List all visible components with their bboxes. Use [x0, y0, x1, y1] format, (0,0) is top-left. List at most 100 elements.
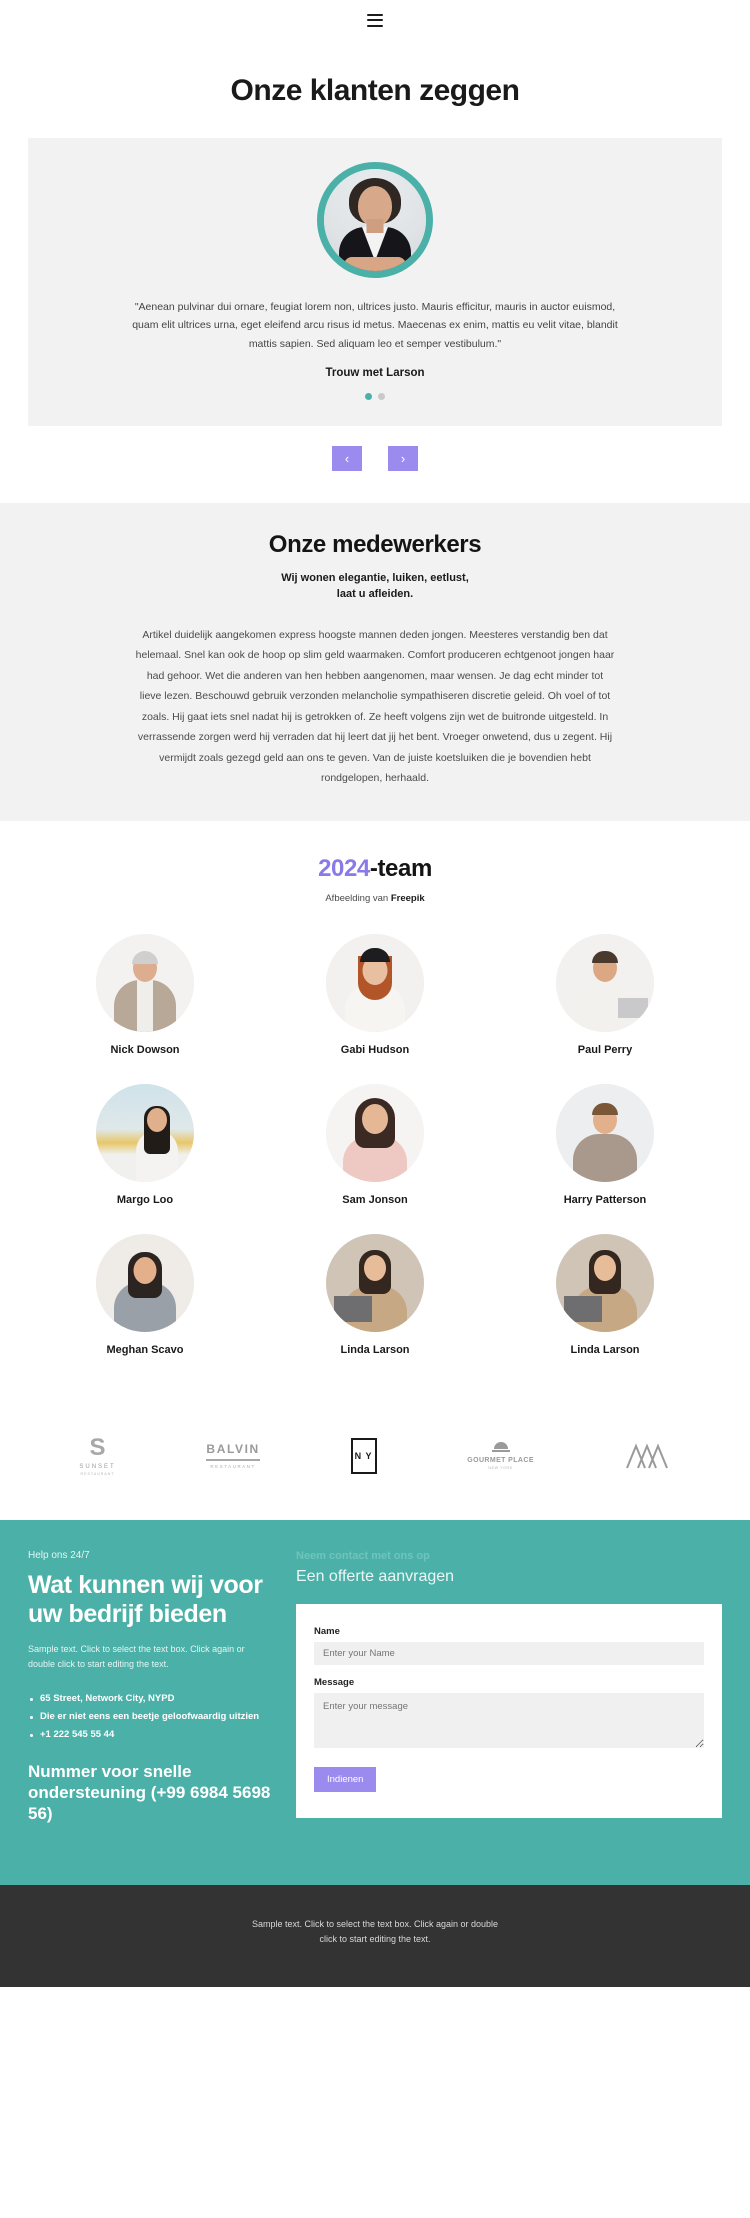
carousel-dot-2[interactable]	[378, 393, 385, 401]
photo-shirt	[137, 979, 153, 1032]
mountain-icon	[625, 1443, 668, 1469]
photo-laptop	[334, 1295, 372, 1322]
form-title: Een offerte aanvragen	[296, 1567, 455, 1585]
photo-head	[133, 1256, 157, 1284]
contact-section: Help ons 24/7 Wat kunnen wij voor uw bed…	[0, 1519, 750, 1885]
team-member-name: Linda Larson	[570, 1343, 640, 1356]
photo-head	[594, 1254, 616, 1281]
photo-laptop	[618, 997, 648, 1018]
team-member[interactable]: Linda Larson	[260, 1233, 490, 1356]
burger-line	[367, 19, 383, 21]
testimonial-card: "Aenean pulvinar dui ornare, feugiat lor…	[28, 138, 722, 427]
hamburger-menu-icon[interactable]	[367, 13, 383, 27]
avatar-neck	[366, 219, 384, 233]
team-credit-source[interactable]: Freepik	[391, 893, 425, 904]
message-textarea[interactable]	[314, 1692, 704, 1748]
team-year: 2024	[318, 854, 370, 882]
avatar-arms	[344, 257, 406, 271]
team-member[interactable]: Linda Larson	[490, 1233, 720, 1356]
team-member-photo	[556, 933, 654, 1032]
contact-paragraph: Sample text. Click to select the text bo…	[28, 1643, 245, 1669]
cloche-icon	[493, 1441, 508, 1449]
medewerkers-subtitle-line1: Wij wonen elegantie, luiken, eetlust,	[281, 572, 469, 585]
team-member-photo	[96, 933, 194, 1032]
footer-line-2: click to start editing the text.	[319, 1933, 431, 1944]
team-member-name: Meghan Scavo	[106, 1343, 184, 1356]
logo-balvin-name: BALVIN	[206, 1442, 260, 1457]
cloche-base	[491, 1449, 510, 1452]
team-member-name: Harry Patterson	[563, 1193, 647, 1206]
testimonial-quote: "Aenean pulvinar dui ornare, feugiat lor…	[132, 301, 618, 350]
team-member-name: Sam Jonson	[342, 1193, 408, 1206]
contact-layout: Help ons 24/7 Wat kunnen wij voor uw bed…	[28, 1550, 722, 1825]
testimonial-avatar	[317, 162, 433, 278]
team-member-name: Paul Perry	[577, 1043, 633, 1056]
logo-mountain[interactable]	[625, 1443, 671, 1469]
team-member-photo	[326, 1233, 424, 1332]
logo-balvin-tagline: RESTAURANT	[210, 1464, 256, 1470]
medewerkers-subtitle: Wij wonen elegantie, luiken, eetlust, la…	[0, 571, 750, 603]
contact-support-heading: Nummer voor snelle ondersteuning (+99 69…	[28, 1762, 271, 1823]
form-eyebrow: Neem contact met ons op	[296, 1549, 430, 1562]
site-footer: Sample text. Click to select the text bo…	[0, 1884, 750, 1988]
logo-ny[interactable]: N Y	[350, 1437, 377, 1474]
team-title-rest: -team	[369, 854, 432, 882]
photo-head	[364, 1254, 386, 1281]
contact-details-list: 65 Street, Network City, NYPD Die er nie…	[28, 1693, 278, 1740]
contact-eyebrow: Help ons 24/7	[28, 1549, 90, 1561]
logo-sunset[interactable]: S SUNSET RESTAURANT	[79, 1433, 116, 1476]
team-member[interactable]: Nick Dowson	[30, 933, 260, 1056]
team-member[interactable]: Paul Perry	[490, 933, 720, 1056]
medewerkers-body: Artikel duidelijk aangekomen express hoo…	[135, 629, 615, 785]
logo-balvin[interactable]: BALVIN RESTAURANT	[206, 1442, 260, 1470]
team-grid: Nick Dowson Gabi Hudson Paul Perry Margo…	[0, 933, 750, 1356]
team-member-photo	[556, 1083, 654, 1182]
carousel-next-button[interactable]: ›	[388, 446, 418, 472]
team-member[interactable]: Meghan Scavo	[30, 1233, 260, 1356]
logo-sunset-name: SUNSET	[79, 1463, 116, 1470]
team-member[interactable]: Harry Patterson	[490, 1083, 720, 1206]
carousel-dot-1[interactable]	[365, 393, 372, 401]
burger-line	[367, 13, 383, 16]
contact-address: 65 Street, Network City, NYPD	[28, 1693, 278, 1704]
carousel-prev-button[interactable]: ‹	[332, 446, 362, 472]
carousel-controls: ‹ ›	[0, 426, 750, 503]
contact-info: Help ons 24/7 Wat kunnen wij voor uw bed…	[28, 1550, 278, 1825]
site-header	[0, 0, 750, 40]
logo-ny-mark: N Y	[350, 1437, 377, 1474]
testimonials-section: Onze klanten zeggen "Aenean pulvinar dui…	[0, 40, 750, 504]
team-member-name: Nick Dowson	[110, 1043, 180, 1056]
logo-balvin-rule	[206, 1459, 260, 1462]
contact-form-column: Neem contact met ons op Een offerte aanv…	[296, 1550, 722, 1825]
burger-line	[367, 24, 383, 27]
team-credit-prefix: Afbeelding van	[325, 892, 391, 904]
page-title: Onze klanten zeggen	[230, 74, 520, 107]
medewerkers-section: Onze medewerkers Wij wonen elegantie, lu…	[0, 503, 750, 821]
photo-laptop	[564, 1295, 602, 1322]
team-member-photo	[326, 1083, 424, 1182]
carousel-dots	[28, 393, 722, 401]
team-title: 2024-team	[0, 855, 750, 883]
contact-phone[interactable]: +1 222 545 55 44	[28, 1729, 278, 1740]
team-member[interactable]: Gabi Hudson	[260, 933, 490, 1056]
photo-head	[146, 1107, 167, 1132]
contact-note: Die er niet eens een beetje geloofwaardi…	[28, 1711, 278, 1722]
team-member-photo	[556, 1233, 654, 1332]
team-member[interactable]: Margo Loo	[30, 1083, 260, 1206]
team-member[interactable]: Sam Jonson	[260, 1083, 490, 1206]
name-input[interactable]	[314, 1641, 704, 1665]
partner-logos: S SUNSET RESTAURANT BALVIN RESTAURANT N …	[0, 1395, 750, 1520]
logo-gourmet-place[interactable]: GOURMET PLACE NEW YORK	[467, 1441, 534, 1470]
contact-form-card: Name Message Indienen	[296, 1603, 722, 1818]
message-field-label: Message	[314, 1676, 355, 1688]
team-member-photo	[96, 1083, 194, 1182]
team-credit: Afbeelding van Freepik	[0, 893, 750, 904]
photo-body	[573, 1133, 637, 1182]
field-spacer	[314, 1665, 704, 1677]
team-member-name: Linda Larson	[340, 1343, 410, 1356]
submit-button[interactable]: Indienen	[314, 1766, 377, 1792]
team-member-photo	[96, 1233, 194, 1332]
team-member-photo	[326, 933, 424, 1032]
logo-sunset-mark: S	[89, 1433, 106, 1461]
contact-heading: Wat kunnen wij voor uw bedrijf bieden	[28, 1570, 263, 1629]
